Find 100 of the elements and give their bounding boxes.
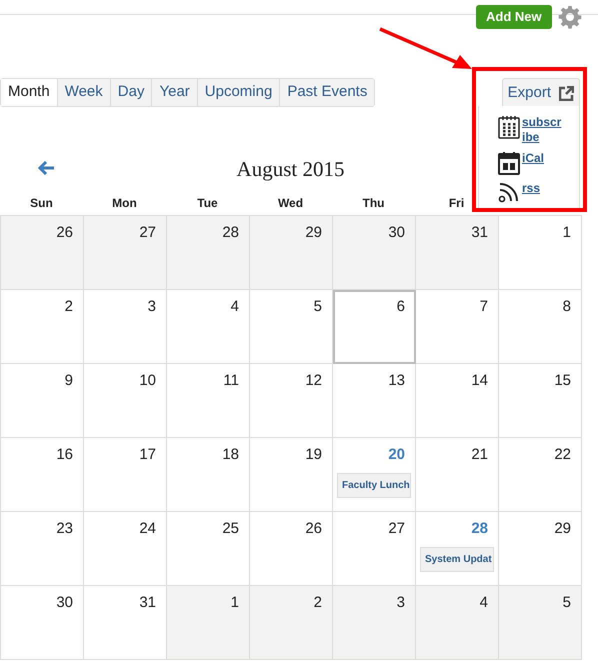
view-tab[interactable]: Month <box>1 79 58 106</box>
day-number: 20 <box>388 445 406 465</box>
day-cell[interactable]: 13 <box>333 364 416 438</box>
day-cell[interactable]: 17 <box>84 438 167 512</box>
weekday-header: Tue <box>196 195 219 212</box>
day-number: 13 <box>388 371 406 391</box>
day-number: 5 <box>314 297 323 317</box>
day-cell[interactable]: 8 <box>499 290 582 364</box>
day-number: 26 <box>56 223 74 243</box>
day-cell[interactable]: 14 <box>416 364 499 438</box>
month-title: August 2015 <box>236 156 344 183</box>
day-cell[interactable]: 10 <box>84 364 167 438</box>
day-cell[interactable]: 2 <box>250 586 333 660</box>
day-number: 2 <box>314 593 323 613</box>
day-cell[interactable]: 30 <box>333 216 416 290</box>
day-cell[interactable]: 1 <box>499 216 582 290</box>
day-number: 2 <box>64 297 74 317</box>
day-number: 16 <box>56 445 74 465</box>
day-number: 30 <box>388 223 406 243</box>
calendar-icon <box>498 151 520 175</box>
day-cell[interactable]: 28 System Updat <box>416 512 499 586</box>
day-cell[interactable]: 5 <box>499 586 582 660</box>
day-number: 29 <box>305 223 323 243</box>
day-number: 27 <box>139 223 157 243</box>
day-cell[interactable]: 29 <box>499 512 582 586</box>
day-number: 8 <box>562 297 572 317</box>
rss-icon <box>498 181 520 203</box>
day-number: 15 <box>554 371 572 391</box>
day-cell[interactable]: 25 <box>167 512 250 586</box>
day-number: 4 <box>480 593 489 613</box>
day-cell[interactable]: 26 <box>1 216 84 290</box>
day-number: 22 <box>554 445 572 465</box>
day-number: 1 <box>230 593 240 613</box>
day-number: 14 <box>471 371 489 391</box>
day-cell[interactable]: 3 <box>84 290 167 364</box>
day-cell[interactable]: 28 <box>167 216 250 290</box>
external-link-icon <box>559 86 574 100</box>
day-number: 3 <box>396 593 406 613</box>
day-cell[interactable]: 19 <box>250 438 333 512</box>
day-number: 5 <box>562 593 572 613</box>
day-cell[interactable]: 2 <box>1 290 84 364</box>
day-number: 24 <box>139 519 157 539</box>
day-number: 18 <box>222 445 240 465</box>
day-cell[interactable]: 24 <box>84 512 167 586</box>
day-number: 9 <box>64 371 74 391</box>
add-new-button[interactable]: Add New <box>476 5 552 29</box>
day-number: 1 <box>562 223 572 243</box>
day-number: 23 <box>56 519 74 539</box>
day-number: 17 <box>139 445 157 465</box>
weekday-header: Thu <box>362 195 386 212</box>
day-cell[interactable]: 26 <box>250 512 333 586</box>
day-cell[interactable]: 4 <box>416 586 499 660</box>
day-number: 11 <box>223 371 240 391</box>
settings-icon[interactable] <box>558 5 582 29</box>
day-number: 29 <box>554 519 572 539</box>
day-number: 10 <box>139 371 157 391</box>
export-link[interactable]: iCal <box>522 151 562 166</box>
day-cell[interactable]: 6 <box>333 290 416 364</box>
export-link[interactable]: subscribe <box>522 115 562 145</box>
day-number: 30 <box>56 593 74 613</box>
day-cell[interactable]: 1 <box>167 586 250 660</box>
calendar-grid-icon <box>498 115 520 139</box>
day-cell[interactable]: 31 <box>416 216 499 290</box>
weekday-header: Sun <box>29 195 54 212</box>
day-number: 7 <box>480 297 489 317</box>
weekday-header: Mon <box>111 195 138 212</box>
day-cell[interactable]: 9 <box>1 364 84 438</box>
day-cell[interactable]: 15 <box>499 364 582 438</box>
day-cell[interactable]: 16 <box>1 438 84 512</box>
day-number: 4 <box>230 297 240 317</box>
export-tab[interactable]: Export <box>502 78 580 107</box>
export-link[interactable]: rss <box>522 181 562 196</box>
back-arrow-icon[interactable] <box>38 161 55 175</box>
weekday-header: Fri <box>448 195 466 212</box>
day-cell[interactable]: 5 <box>250 290 333 364</box>
day-cell[interactable]: 29 <box>250 216 333 290</box>
day-cell[interactable]: 18 <box>167 438 250 512</box>
day-number: 27 <box>388 519 406 539</box>
day-cell[interactable]: 23 <box>1 512 84 586</box>
day-cell[interactable]: 4 <box>167 290 250 364</box>
weekday-header: Wed <box>276 195 304 212</box>
day-cell[interactable]: 27 <box>84 216 167 290</box>
day-cell[interactable]: 11 <box>167 364 250 438</box>
day-number: 3 <box>148 297 157 317</box>
day-cell[interactable]: 12 <box>250 364 333 438</box>
day-number: 6 <box>396 297 406 317</box>
day-cell[interactable]: 7 <box>416 290 499 364</box>
event-chip[interactable]: System Updat <box>420 546 494 572</box>
event-chip[interactable]: Faculty Lunch <box>337 472 411 498</box>
day-cell[interactable]: 27 <box>333 512 416 586</box>
day-number: 19 <box>305 445 323 465</box>
day-cell[interactable]: 22 <box>499 438 582 512</box>
day-cell[interactable]: 3 <box>333 586 416 660</box>
day-cell[interactable]: 21 <box>416 438 499 512</box>
day-cell[interactable]: 30 <box>1 586 84 660</box>
day-number: 26 <box>305 519 323 539</box>
day-number: 31 <box>471 223 489 243</box>
day-number: 31 <box>139 593 157 613</box>
day-cell[interactable]: 31 <box>84 586 167 660</box>
day-cell[interactable]: 20 Faculty Lunch <box>333 438 416 512</box>
